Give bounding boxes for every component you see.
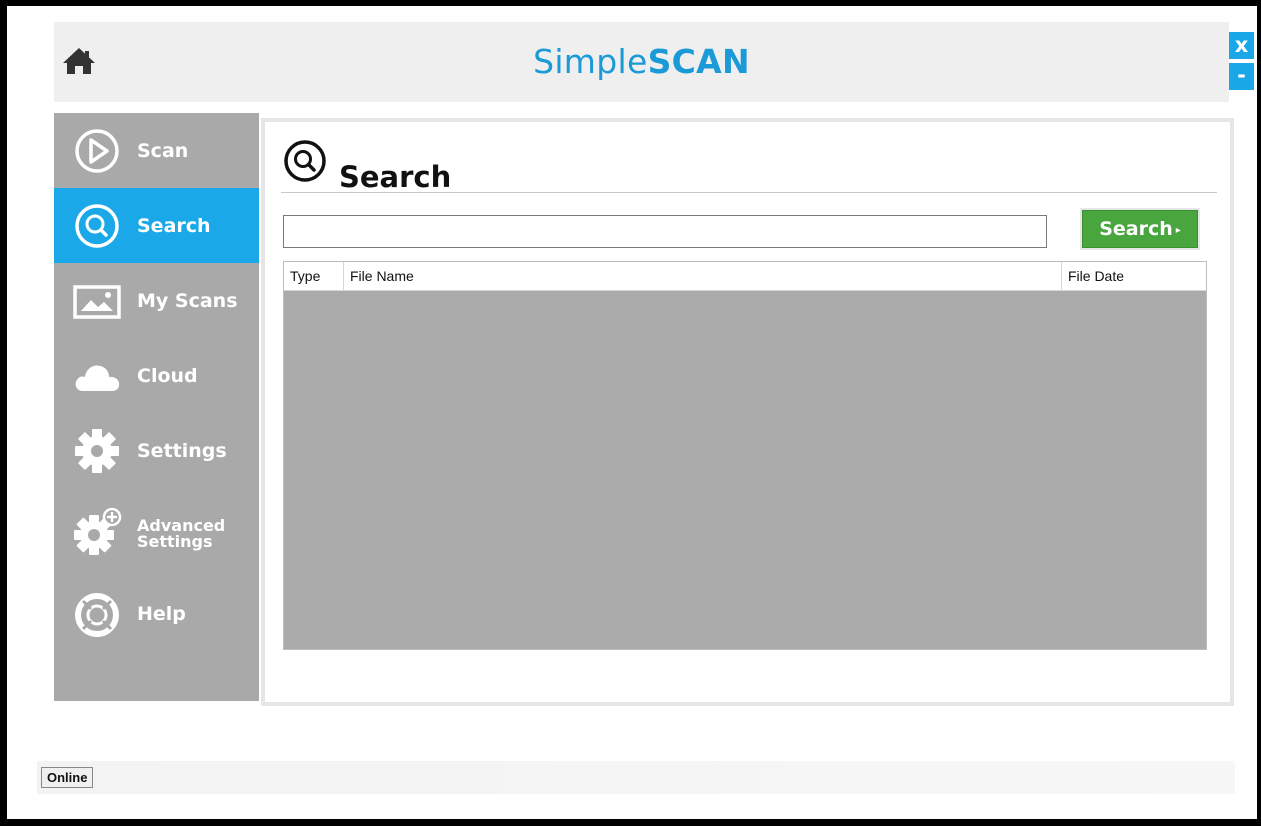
column-header-file-date[interactable]: File Date bbox=[1062, 262, 1206, 290]
sidebar-item-label: Cloud bbox=[137, 364, 198, 387]
app-title-bold: SCAN bbox=[647, 42, 750, 81]
app-title: SimpleSCAN bbox=[54, 42, 1229, 81]
search-circle-icon bbox=[284, 140, 326, 182]
gear-plus-icon bbox=[74, 507, 122, 555]
search-button-label: Search bbox=[1099, 218, 1173, 240]
app-title-light: Simple bbox=[533, 42, 648, 81]
sidebar-item-label: My Scans bbox=[137, 289, 238, 312]
cloud-icon bbox=[75, 365, 120, 391]
main-panel: Search Search ▸ Type File Name File Date bbox=[261, 118, 1234, 706]
arrow-right-icon: ▸ bbox=[1175, 225, 1181, 236]
status-bar: Online bbox=[37, 761, 1235, 794]
close-button[interactable]: x bbox=[1229, 32, 1254, 59]
minimize-button[interactable]: - bbox=[1229, 63, 1254, 90]
page-title: Search bbox=[339, 160, 452, 194]
sidebar-item-settings[interactable]: Settings bbox=[54, 413, 259, 488]
search-input[interactable] bbox=[283, 215, 1047, 248]
sidebar-item-label-line2: Settings bbox=[137, 531, 213, 551]
sidebar-item-scan[interactable]: Scan bbox=[54, 113, 259, 188]
search-circle-icon bbox=[75, 204, 119, 248]
app-window: SimpleSCAN x - Scan Search My Scans Clou… bbox=[7, 6, 1257, 819]
sidebar-item-label: Search bbox=[137, 214, 211, 237]
sidebar: Scan Search My Scans Cloud Settings Adva… bbox=[54, 113, 259, 701]
play-circle-icon bbox=[75, 129, 119, 173]
lifebuoy-icon bbox=[75, 593, 119, 637]
status-badge: Online bbox=[41, 767, 94, 788]
column-header-file-name[interactable]: File Name bbox=[344, 262, 1062, 290]
title-divider bbox=[281, 192, 1217, 193]
image-icon bbox=[73, 285, 121, 319]
sidebar-item-label: Help bbox=[137, 602, 186, 625]
gear-icon bbox=[75, 429, 119, 473]
search-button[interactable]: Search ▸ bbox=[1080, 208, 1200, 250]
sidebar-item-label: Scan bbox=[137, 139, 189, 162]
results-table[interactable]: Type File Name File Date bbox=[283, 261, 1207, 650]
column-header-type[interactable]: Type bbox=[284, 262, 344, 290]
search-button-label-wrap: Search ▸ bbox=[1082, 210, 1198, 248]
sidebar-item-label: Advanced Settings bbox=[137, 496, 225, 571]
sidebar-item-my-scans[interactable]: My Scans bbox=[54, 263, 259, 338]
sidebar-item-cloud[interactable]: Cloud bbox=[54, 338, 259, 413]
sidebar-item-search[interactable]: Search bbox=[54, 188, 259, 263]
results-table-header: Type File Name File Date bbox=[284, 262, 1206, 291]
header-bar: SimpleSCAN bbox=[54, 22, 1229, 102]
sidebar-item-advanced-settings[interactable]: Advanced Settings bbox=[54, 496, 259, 571]
sidebar-item-help[interactable]: Help bbox=[54, 576, 259, 651]
sidebar-item-label: Settings bbox=[137, 439, 227, 462]
